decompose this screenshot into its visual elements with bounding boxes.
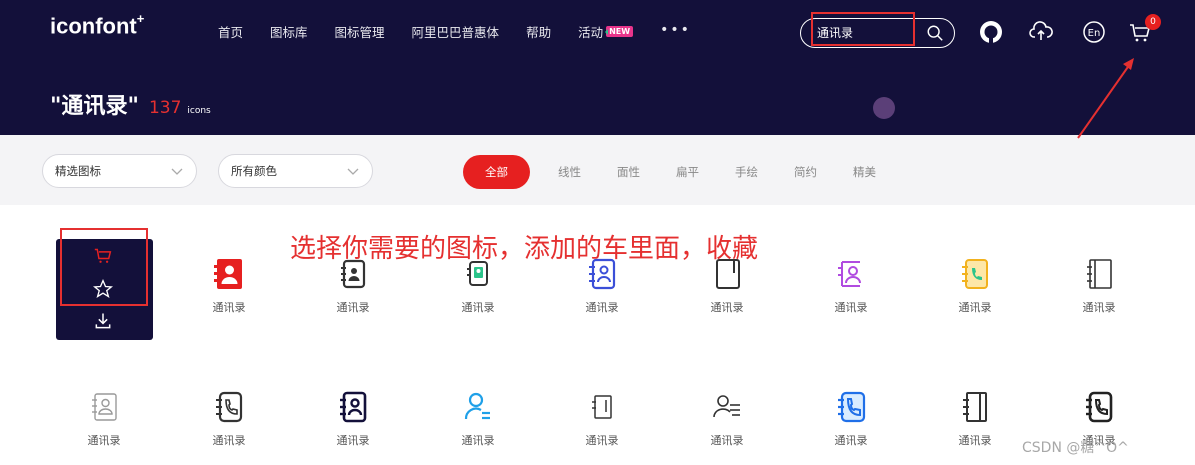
icon-card[interactable]: 通讯录 — [540, 390, 664, 448]
chevron-down-icon — [171, 168, 183, 175]
result-unit: icons — [187, 106, 211, 116]
notebook-icon — [963, 392, 987, 422]
search-query-title: "通讯录" — [50, 94, 139, 119]
upload-icon[interactable] — [1029, 20, 1053, 44]
nav-icon-library[interactable]: 图标库 — [270, 22, 308, 41]
select-featured[interactable]: 精选图标 — [42, 154, 197, 188]
icon-label: 通讯录 — [1082, 301, 1116, 314]
user-list-icon — [464, 392, 490, 420]
nav-activity-label: 活动 — [578, 25, 604, 40]
phone-book-icon — [962, 259, 988, 289]
phone-book-icon — [1086, 391, 1113, 423]
icon-card[interactable]: 通讯录 — [291, 257, 415, 315]
icon-label: 通讯录 — [336, 301, 370, 314]
contact-book-icon — [92, 393, 117, 421]
tab-handdrawn[interactable]: 手绘 — [735, 164, 758, 180]
notebook-icon — [1087, 259, 1112, 289]
nav-font[interactable]: 阿里巴巴普惠体 — [412, 22, 500, 41]
filter-bar: 精选图标 所有颜色 全部 线性 面性 扁平 手绘 简约 精美 — [0, 135, 1195, 205]
github-icon[interactable] — [979, 20, 1003, 44]
contact-book-icon — [340, 391, 367, 423]
icon-label: 通讯录 — [336, 434, 370, 447]
icon-label: 通讯录 — [710, 434, 744, 447]
icon-card[interactable]: 通讯录 — [913, 257, 1037, 315]
icon-label: 通讯录 — [461, 301, 495, 314]
top-header: iconfont+ 首页 图标库 图标管理 阿里巴巴普惠体 帮助 活动 NEW •… — [0, 0, 1195, 135]
nav-help[interactable]: 帮助 — [526, 22, 551, 41]
icon-card[interactable]: 通讯录 — [416, 257, 540, 315]
notebook-icon — [592, 395, 612, 419]
language-icon[interactable]: En — [1082, 20, 1106, 44]
icon-card[interactable]: 通讯录 — [416, 390, 540, 448]
user-list-icon — [713, 395, 740, 418]
tab-linear[interactable]: 线性 — [558, 164, 581, 180]
icon-card[interactable]: 通讯录 — [291, 390, 415, 448]
search-title: "通讯录" 137 icons — [50, 88, 211, 120]
tab-simple[interactable]: 简约 — [794, 164, 817, 180]
tab-filled[interactable]: 面性 — [617, 164, 640, 180]
select-color-value: 所有颜色 — [231, 164, 277, 178]
download-icon[interactable] — [93, 311, 113, 331]
icon-label: 通讯录 — [834, 434, 868, 447]
icon-card[interactable]: 通讯录 — [1037, 257, 1161, 315]
result-count: 137 — [148, 98, 182, 118]
icon-label: 通讯录 — [585, 301, 619, 314]
icon-label: 通讯录 — [461, 434, 495, 447]
contact-book-icon — [838, 261, 861, 287]
icon-label: 通讯录 — [710, 301, 744, 314]
icon-card[interactable]: 通讯录 — [913, 390, 1037, 448]
logo[interactable]: iconfont+ — [50, 11, 144, 39]
icon-label: 通讯录 — [212, 434, 246, 447]
icon-card[interactable]: 通讯录 — [167, 257, 291, 315]
phone-book-icon — [216, 391, 243, 423]
decorative-dot — [873, 97, 895, 119]
icon-label: 通讯录 — [958, 301, 992, 314]
contact-book-icon — [214, 259, 242, 289]
phone-book-icon — [838, 391, 866, 423]
icon-card[interactable]: 通讯录 — [665, 390, 789, 448]
chevron-down-icon — [347, 168, 359, 175]
icon-card[interactable]: 通讯录 — [540, 257, 664, 315]
icon-card[interactable]: 通讯录 — [42, 390, 166, 448]
icon-label: 通讯录 — [958, 434, 992, 447]
icon-label: 通讯录 — [834, 301, 868, 314]
more-menu[interactable]: ••• — [660, 18, 691, 41]
icon-card[interactable]: 通讯录 — [665, 257, 789, 315]
search-icon[interactable] — [926, 24, 944, 42]
annotation-box-search — [811, 12, 915, 46]
nav-activity[interactable]: 活动 NEW — [578, 22, 634, 41]
select-color[interactable]: 所有颜色 — [218, 154, 373, 188]
icon-label: 通讯录 — [87, 434, 121, 447]
icon-card[interactable]: 通讯录 — [789, 257, 913, 315]
icon-label: 通讯录 — [585, 434, 619, 447]
icon-card[interactable]: 通讯录 — [167, 390, 291, 448]
nav-icon-manage[interactable]: 图标管理 — [335, 22, 385, 41]
tab-flat[interactable]: 扁平 — [676, 164, 699, 180]
annotation-box-card — [60, 228, 148, 306]
select-featured-value: 精选图标 — [55, 164, 101, 178]
cart-count-badge: 0 — [1145, 14, 1161, 30]
icon-card[interactable]: 通讯录 — [789, 390, 913, 448]
icon-label: 通讯录 — [212, 301, 246, 314]
language-label: En — [1088, 28, 1101, 39]
nav-home[interactable]: 首页 — [218, 22, 243, 41]
style-tabs: 全部 线性 面性 扁平 手绘 简约 精美 — [463, 155, 912, 189]
main-nav: 首页 图标库 图标管理 阿里巴巴普惠体 帮助 活动 NEW ••• — [218, 22, 718, 41]
tab-refined[interactable]: 精美 — [853, 164, 876, 180]
new-badge: NEW — [605, 26, 634, 37]
tab-all[interactable]: 全部 — [463, 155, 530, 189]
watermark: CSDN @糖^O^ — [1022, 440, 1129, 456]
annotation-text: 选择你需要的图标，添加的车里面，收藏 — [290, 234, 759, 264]
